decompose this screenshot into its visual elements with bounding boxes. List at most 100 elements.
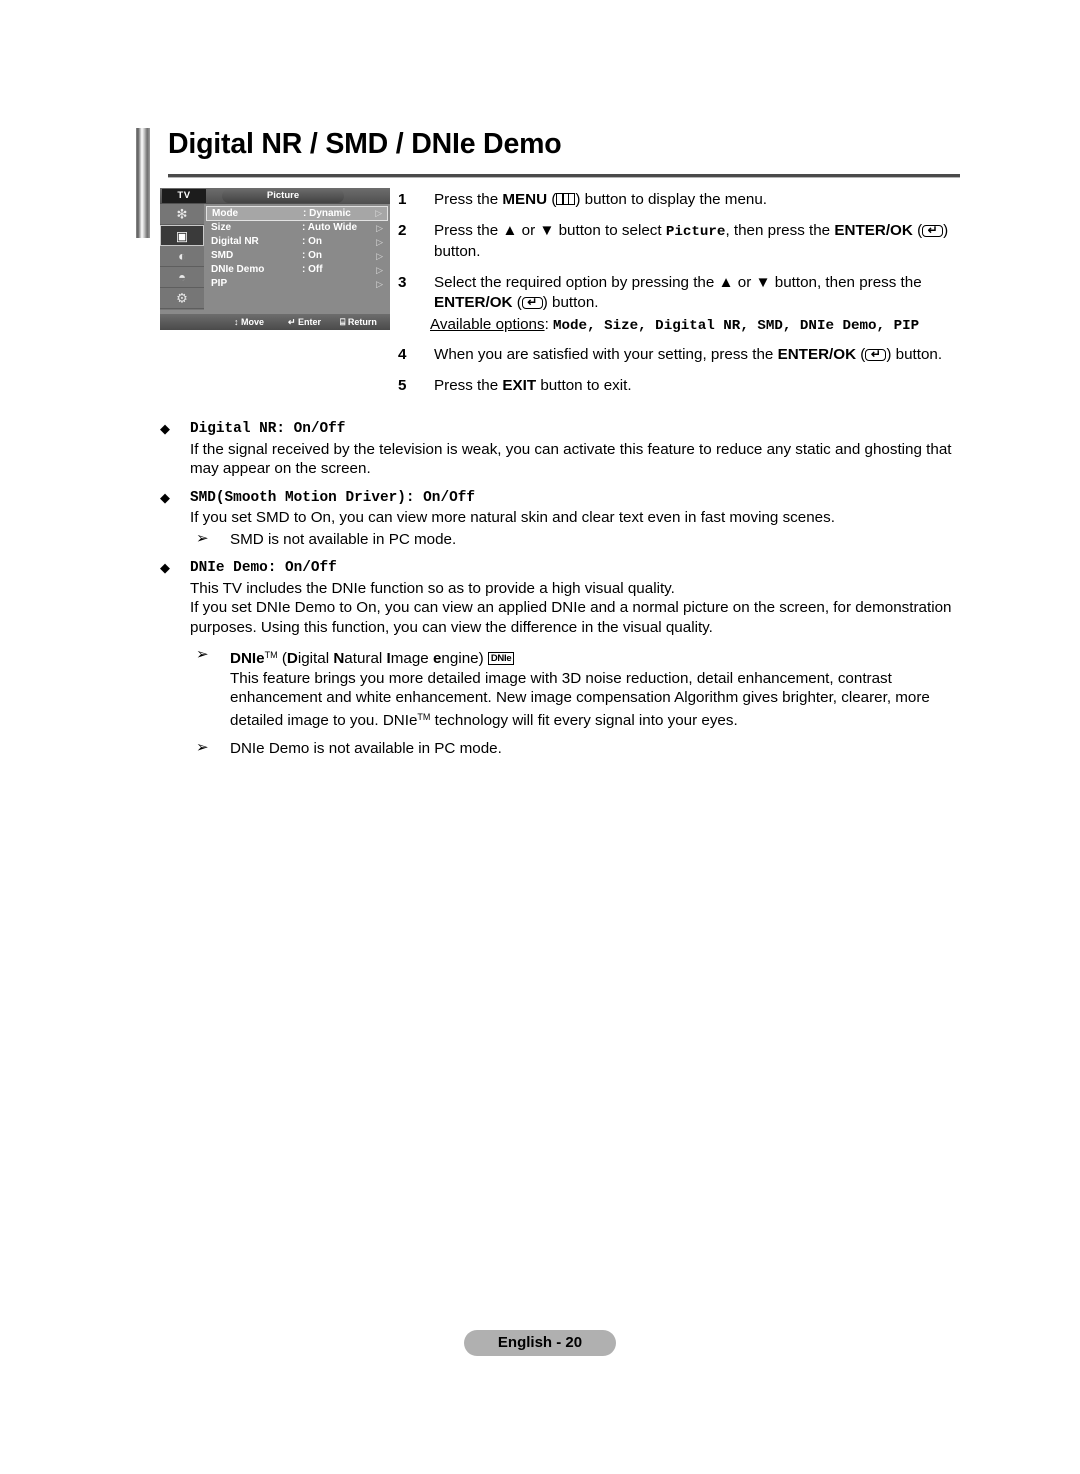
paren-open: ( <box>856 346 866 363</box>
trademark-mark: TM <box>417 711 431 722</box>
step-text-a: Press the ▲ or ▼ button to select <box>434 222 666 239</box>
step-2: 2 Press the ▲ or ▼ button to select Pict… <box>398 221 958 262</box>
osd-menu-item-pip[interactable]: PIP ▷ <box>206 277 388 291</box>
menu-key-label: MENU <box>502 191 548 208</box>
osd-menu-item-mode[interactable]: Mode : Dynamic ▷ <box>206 206 388 221</box>
osd-menu-title: Picture <box>222 189 344 203</box>
feature-dnie-demo: ◆ DNIe Demo: On/Off This TV includes the… <box>160 559 960 759</box>
chevron-right-icon: ▷ <box>376 279 383 289</box>
chevron-right-icon: ▷ <box>375 208 382 218</box>
step-text-b: ) button. <box>542 294 599 311</box>
osd-sidebar-item-input[interactable]: ❇ <box>160 204 204 225</box>
dnie-definition-body: This feature brings you more detailed im… <box>230 669 960 731</box>
osd-hint-return: ⌸ Return <box>340 317 377 327</box>
feature-body-line-2: If you set DNIe Demo to On, you can view… <box>190 599 952 636</box>
osd-item-label: DNIe Demo <box>211 264 265 275</box>
feature-heading: SMD(Smooth Motion Driver): On/Off <box>190 489 475 506</box>
page-title: Digital NR / SMD / DNIe Demo <box>168 128 562 160</box>
osd-item-value: : Dynamic <box>303 208 351 219</box>
osd-sidebar-item-channel[interactable]: ◓ <box>160 267 204 288</box>
arrow-bullet-icon: ➢ <box>196 739 209 756</box>
dnie-definition-title: DNIeTM (Digital Natural Image engine) DN… <box>230 646 960 669</box>
dnie-logo-badge: DNIe <box>487 652 515 665</box>
osd-menu-item-smd[interactable]: SMD : On ▷ <box>206 249 388 263</box>
picture-menu-token: Picture <box>665 224 726 240</box>
available-options-colon: : <box>544 316 554 333</box>
note-text: SMD is not available in PC mode. <box>230 530 457 548</box>
title-divider <box>168 174 960 178</box>
feature-heading: DNIe Demo: On/Off <box>190 560 337 576</box>
feature-smd: ◆ SMD(Smooth Motion Driver): On/Off If y… <box>160 489 960 550</box>
step-number: 4 <box>398 346 407 363</box>
arrow-bullet-icon: ➢ <box>196 529 209 547</box>
step-number: 1 <box>398 191 407 208</box>
paren-open: ( <box>547 191 557 208</box>
chevron-right-icon: ▷ <box>376 237 383 247</box>
step-number: 2 <box>398 222 407 239</box>
letter-d: D <box>286 650 298 667</box>
step-text-a: Select the required option by pressing t… <box>434 274 922 291</box>
feature-body: If you set SMD to On, you can view more … <box>190 509 835 526</box>
feature-descriptions: ◆ Digital NR: On/Off If the signal recei… <box>160 420 960 760</box>
osd-menu-list: Mode : Dynamic ▷ Size : Auto Wide ▷ Digi… <box>206 206 388 291</box>
diamond-bullet-icon: ◆ <box>160 421 170 436</box>
step-3: 3 Select the required option by pressing… <box>398 273 958 313</box>
osd-menu-item-dnie-demo[interactable]: DNIe Demo : Off ▷ <box>206 263 388 277</box>
osd-menu-item-digital-nr[interactable]: Digital NR : On ▷ <box>206 235 388 249</box>
chevron-right-icon: ▷ <box>376 251 383 261</box>
trademark-mark: TM <box>264 650 278 660</box>
paren-open: ( <box>512 294 522 311</box>
word-atural: atural <box>344 650 387 667</box>
chevron-right-icon: ▷ <box>376 223 383 233</box>
enter-ok-key-label: ENTER/OK <box>434 294 513 311</box>
available-options-label: Available options <box>430 316 545 333</box>
note-text: DNIe Demo is not available in PC mode. <box>230 740 502 757</box>
arrow-bullet-icon: ➢ <box>196 646 209 663</box>
picture-icon: ▣ <box>175 228 189 243</box>
word-igital: igital <box>297 650 334 667</box>
step-number: 5 <box>398 377 407 394</box>
tv-osd-screenshot: TV Picture ❇ ▣ ◐ ◓ ⚙ Mode : Dynamic ▷ Si… <box>160 188 390 330</box>
osd-source-label: TV <box>162 189 206 203</box>
enter-ok-key-label: ENTER/OK <box>834 222 913 239</box>
osd-item-value: : On <box>302 236 322 247</box>
enter-ok-button-icon: ↵ <box>521 295 543 309</box>
step-text-a: When you are satisfied with your setting… <box>434 346 778 363</box>
osd-menu-item-size[interactable]: Size : Auto Wide ▷ <box>206 221 388 235</box>
osd-sidebar-item-sound[interactable]: ◐ <box>160 246 204 267</box>
osd-sidebar-item-setup[interactable]: ⚙ <box>160 288 204 309</box>
available-options-note: Available options: Mode, Size, Digital N… <box>430 315 919 336</box>
available-options-values: Mode, Size, Digital NR, SMD, DNIe Demo, … <box>553 318 920 334</box>
step-text-b: , then press the <box>725 222 835 239</box>
instruction-steps-bottom: 4 When you are satisfied with your setti… <box>398 345 958 407</box>
step-text-b: ) button. <box>886 346 943 363</box>
feature-body: If the signal received by the television… <box>190 440 952 478</box>
feature-note: ➢ SMD is not available in PC mode. <box>190 530 960 550</box>
feature-body-line-1: This TV includes the DNIe function so as… <box>190 579 675 597</box>
osd-item-label: Digital NR <box>211 236 259 247</box>
dnie-body-b: technology will fit every signal into yo… <box>430 711 738 729</box>
step-text-b: ) button to display the menu. <box>575 191 768 208</box>
diamond-bullet-icon: ◆ <box>160 560 170 575</box>
step-5: 5 Press the EXIT button to exit. <box>398 376 958 396</box>
word-mage: mage <box>390 650 433 667</box>
step-text-a: Press the <box>434 377 503 394</box>
osd-item-label: PIP <box>211 278 228 289</box>
setup-icon: ⚙ <box>176 290 188 306</box>
dnie-pc-mode-note: ➢ DNIe Demo is not available in PC mode. <box>190 739 960 759</box>
dnie-word: DNIe <box>230 650 265 667</box>
osd-item-value: : Auto Wide <box>302 222 358 233</box>
title-accent-bar <box>136 128 150 238</box>
dnie-definition-note: ➢ DNIeTM (Digital Natural Image engine) … <box>190 646 960 730</box>
osd-item-label: Size <box>211 222 232 233</box>
step-text-b: button to exit. <box>536 377 632 394</box>
letter-n: N <box>333 650 345 667</box>
osd-hint-move: ↕ Move <box>234 317 265 327</box>
osd-bottom-bar: ↕ Move ↵ Enter ⌸ Return <box>160 314 390 330</box>
step-4: 4 When you are satisfied with your setti… <box>398 345 958 365</box>
paren-open: ( <box>912 222 923 239</box>
enter-ok-button-icon: ↵ <box>865 347 887 361</box>
osd-sidebar-item-picture[interactable]: ▣ <box>160 225 204 246</box>
feature-heading: Digital NR: On/Off <box>190 421 346 437</box>
